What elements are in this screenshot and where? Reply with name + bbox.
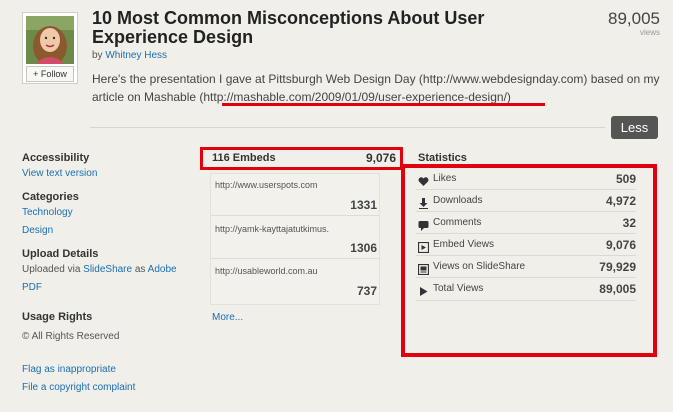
stat-row-slideshare-views: Views on SlideShare 79,929 xyxy=(417,260,636,276)
stat-value: 89,005 xyxy=(599,282,636,296)
stat-label: Embed Views xyxy=(433,239,494,250)
usage-rights-text: © All Rights Reserved xyxy=(22,331,120,342)
byline-prefix: by xyxy=(92,50,103,61)
divider xyxy=(416,277,636,278)
upload-details-heading: Upload Details xyxy=(22,248,99,260)
stat-row-comments: Comments 32 xyxy=(418,216,636,232)
stat-label: Downloads xyxy=(433,195,483,206)
stat-value: 79,929 xyxy=(599,260,636,274)
slideshare-page: { "header": { "title": "10 Most Common M… xyxy=(0,0,673,412)
slideshare-link[interactable]: SlideShare xyxy=(83,264,132,275)
highlight-underline xyxy=(222,103,545,106)
divider xyxy=(416,233,636,234)
description: Here's the presentation I gave at Pittsb… xyxy=(92,72,660,104)
divider xyxy=(416,189,636,190)
stat-row-total-views: Total Views 89,005 xyxy=(418,282,636,298)
stat-value: 509 xyxy=(615,172,636,186)
divider xyxy=(211,258,379,259)
embeds-list: http://www.userspots.com 1331 http://yam… xyxy=(210,173,380,305)
follow-button[interactable]: + Follow xyxy=(26,66,74,82)
embeds-total: 9,076 xyxy=(365,151,396,165)
uploaded-as-text: as xyxy=(134,264,146,275)
byline: by Whitney Hess xyxy=(92,50,167,61)
embed-count: 1331 xyxy=(350,198,377,212)
divider xyxy=(90,127,605,128)
embed-url[interactable]: http://usableworld.com.au xyxy=(215,266,318,276)
categories-heading: Categories xyxy=(22,191,79,203)
usage-rights-heading: Usage Rights xyxy=(22,311,93,323)
views-label: views xyxy=(639,28,660,37)
embed-icon xyxy=(417,240,430,254)
download-icon xyxy=(418,196,429,209)
embed-url[interactable]: http://yamk-kayttajatutkimus. xyxy=(215,224,329,234)
embeds-heading: 116 Embeds xyxy=(212,152,276,164)
stat-value: 9,076 xyxy=(605,238,636,252)
embed-count: 737 xyxy=(356,284,377,298)
flag-inappropriate-link[interactable]: Flag as inappropriate xyxy=(22,364,116,375)
format-link-pdf[interactable]: PDF xyxy=(22,282,42,293)
comment-icon xyxy=(418,218,429,231)
embed-count: 1306 xyxy=(350,241,377,255)
stat-label: Total Views xyxy=(433,283,484,294)
statistics-heading: Statistics xyxy=(418,152,467,164)
stat-row-embed-views: Embed Views 9,076 xyxy=(417,238,636,254)
divider xyxy=(416,255,636,256)
copyright-complaint-link[interactable]: File a copyright complaint xyxy=(22,382,135,393)
format-link[interactable]: Adobe xyxy=(148,264,177,275)
stat-label: Comments xyxy=(433,217,482,228)
heart-icon xyxy=(418,174,429,186)
divider xyxy=(211,215,379,216)
accessibility-heading: Accessibility xyxy=(22,152,90,164)
category-design-link[interactable]: Design xyxy=(22,225,53,236)
divider xyxy=(416,211,636,212)
more-embeds-link[interactable]: More... xyxy=(212,312,243,323)
avatar[interactable] xyxy=(26,16,74,64)
text-version-link[interactable]: View text version xyxy=(22,168,97,179)
category-technology-link[interactable]: Technology xyxy=(22,207,73,218)
stat-row-likes: Likes 509 xyxy=(418,172,636,188)
less-button[interactable]: Less xyxy=(611,116,658,139)
upload-details-text: Uploaded via SlideShare as Adobe xyxy=(22,264,200,275)
divider xyxy=(416,300,636,301)
stat-value: 32 xyxy=(622,216,636,230)
stat-label: Likes xyxy=(433,173,457,184)
stat-value: 4,972 xyxy=(605,194,636,208)
embed-url[interactable]: http://www.userspots.com xyxy=(215,180,318,190)
stat-row-downloads: Downloads 4,972 xyxy=(418,194,636,210)
slideshare-icon xyxy=(417,262,430,276)
play-icon xyxy=(418,284,429,296)
page-title: 10 Most Common Misconceptions About User… xyxy=(92,8,485,47)
stat-label: Views on SlideShare xyxy=(433,261,526,272)
uploaded-via-prefix: Uploaded via xyxy=(22,264,81,275)
views-count: 89,005 xyxy=(608,9,660,28)
author-card: + Follow xyxy=(22,12,78,84)
author-link[interactable]: Whitney Hess xyxy=(105,50,167,61)
